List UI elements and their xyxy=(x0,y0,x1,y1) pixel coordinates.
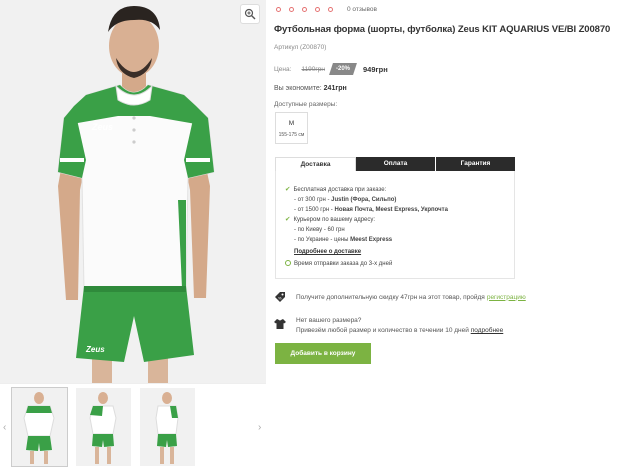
tab-warranty[interactable]: Гарантия xyxy=(436,157,515,171)
new-price: 949грн xyxy=(363,64,388,74)
discount-tag-icon: % xyxy=(275,292,285,302)
thumbnail-1[interactable] xyxy=(11,387,68,467)
delivery-line-1: - от 300 грн - Justin (Фора, Сильпо) xyxy=(294,196,397,203)
sizes-label: Доступные размеры: xyxy=(274,101,338,108)
info-tabs: Доставка Оплата Гарантия xyxy=(275,157,515,171)
free-delivery-title: ✔ Бесплатная доставка при заказе: xyxy=(285,186,387,193)
size-help-text: Нет вашего размера? Привезём любой разме… xyxy=(296,316,503,336)
product-sku: Артикул (Z00870) xyxy=(274,44,327,51)
courier-title: ✔ Курьером по вашему адресу: xyxy=(285,216,376,224)
star-icon xyxy=(289,7,294,12)
star-icon xyxy=(315,7,320,12)
size-help-link[interactable]: подробнее xyxy=(471,327,504,334)
player-illustration: Zeus Zeus xyxy=(0,0,266,383)
main-product-image[interactable]: Zeus Zeus xyxy=(0,0,266,383)
add-to-cart-button[interactable]: Добавить в корзину xyxy=(275,343,371,364)
chevron-left-icon[interactable]: ‹ xyxy=(3,422,6,433)
savings-value: 241грн xyxy=(323,85,347,92)
jersey-logo: Zeus xyxy=(91,122,113,132)
product-title: Футбольная форма (шорты, футболка) Zeus … xyxy=(274,24,611,35)
old-price: 1190грн xyxy=(301,65,325,73)
rating-stars[interactable]: 0 отзывов xyxy=(276,6,377,13)
delivery-line-2: - от 1500 грн - Новая Почта, Meest Expre… xyxy=(294,206,448,213)
shorts-logo: Zeus xyxy=(85,345,105,354)
size-height: 155-175 см xyxy=(278,132,305,138)
savings-label: Вы экономите: xyxy=(274,85,322,92)
size-help-info: Привезём любой размер и количество в теч… xyxy=(296,327,504,334)
size-name: M xyxy=(288,120,295,127)
tab-delivery[interactable]: Доставка xyxy=(275,157,356,171)
tab-payment[interactable]: Оплата xyxy=(356,157,436,171)
size-option-m[interactable]: M 155-175 см xyxy=(275,112,308,144)
star-icon xyxy=(276,7,281,12)
star-icon xyxy=(302,7,307,12)
discount-badge: -20% xyxy=(329,63,357,75)
product-gallery: Zeus Zeus ‹ › xyxy=(0,0,266,473)
reviews-count[interactable]: 0 отзывов xyxy=(347,6,377,13)
delivery-panel: ✔ Бесплатная доставка при заказе: - от 30… xyxy=(275,171,515,279)
promo-text: Получите дополнительную скидку 47грн на … xyxy=(296,293,485,301)
thumbnail-2[interactable] xyxy=(76,388,131,466)
size-help-question: Нет вашего размера? xyxy=(296,317,362,324)
check-icon: ✔ xyxy=(285,186,291,193)
thumbnail-strip: ‹ › xyxy=(0,383,266,473)
star-icon xyxy=(328,7,333,12)
register-link[interactable]: регистрацию xyxy=(487,294,526,301)
chevron-right-icon[interactable]: › xyxy=(258,422,261,433)
thumbnail-3[interactable] xyxy=(140,388,195,466)
ship-time: Время отправки заказа до 3-х дней xyxy=(285,259,506,270)
clock-icon xyxy=(285,259,291,266)
zoom-icon[interactable] xyxy=(240,4,260,24)
check-icon: ✔ xyxy=(285,216,291,224)
registration-promo: % Получите дополнительную скидку 47грн н… xyxy=(274,290,635,304)
courier-ukraine: - по Украине - цены Meest Express xyxy=(294,236,393,243)
svg-text:%: % xyxy=(278,296,282,301)
tshirt-icon xyxy=(274,319,286,329)
delivery-more-link[interactable]: Подробнее о доставке xyxy=(294,249,361,255)
delivery-more-wrap: Подробнее о доставке xyxy=(285,248,506,258)
courier-kiev: - по Киеву - 60 грн xyxy=(294,227,345,234)
product-info: 0 отзывов Футбольная форма (шорты, футбо… xyxy=(274,0,635,473)
price-label: Цена: xyxy=(274,65,292,73)
savings: Вы экономите: 241грн xyxy=(274,85,347,92)
price-row: Цена: 1190грн -20% 949грн xyxy=(274,62,388,76)
